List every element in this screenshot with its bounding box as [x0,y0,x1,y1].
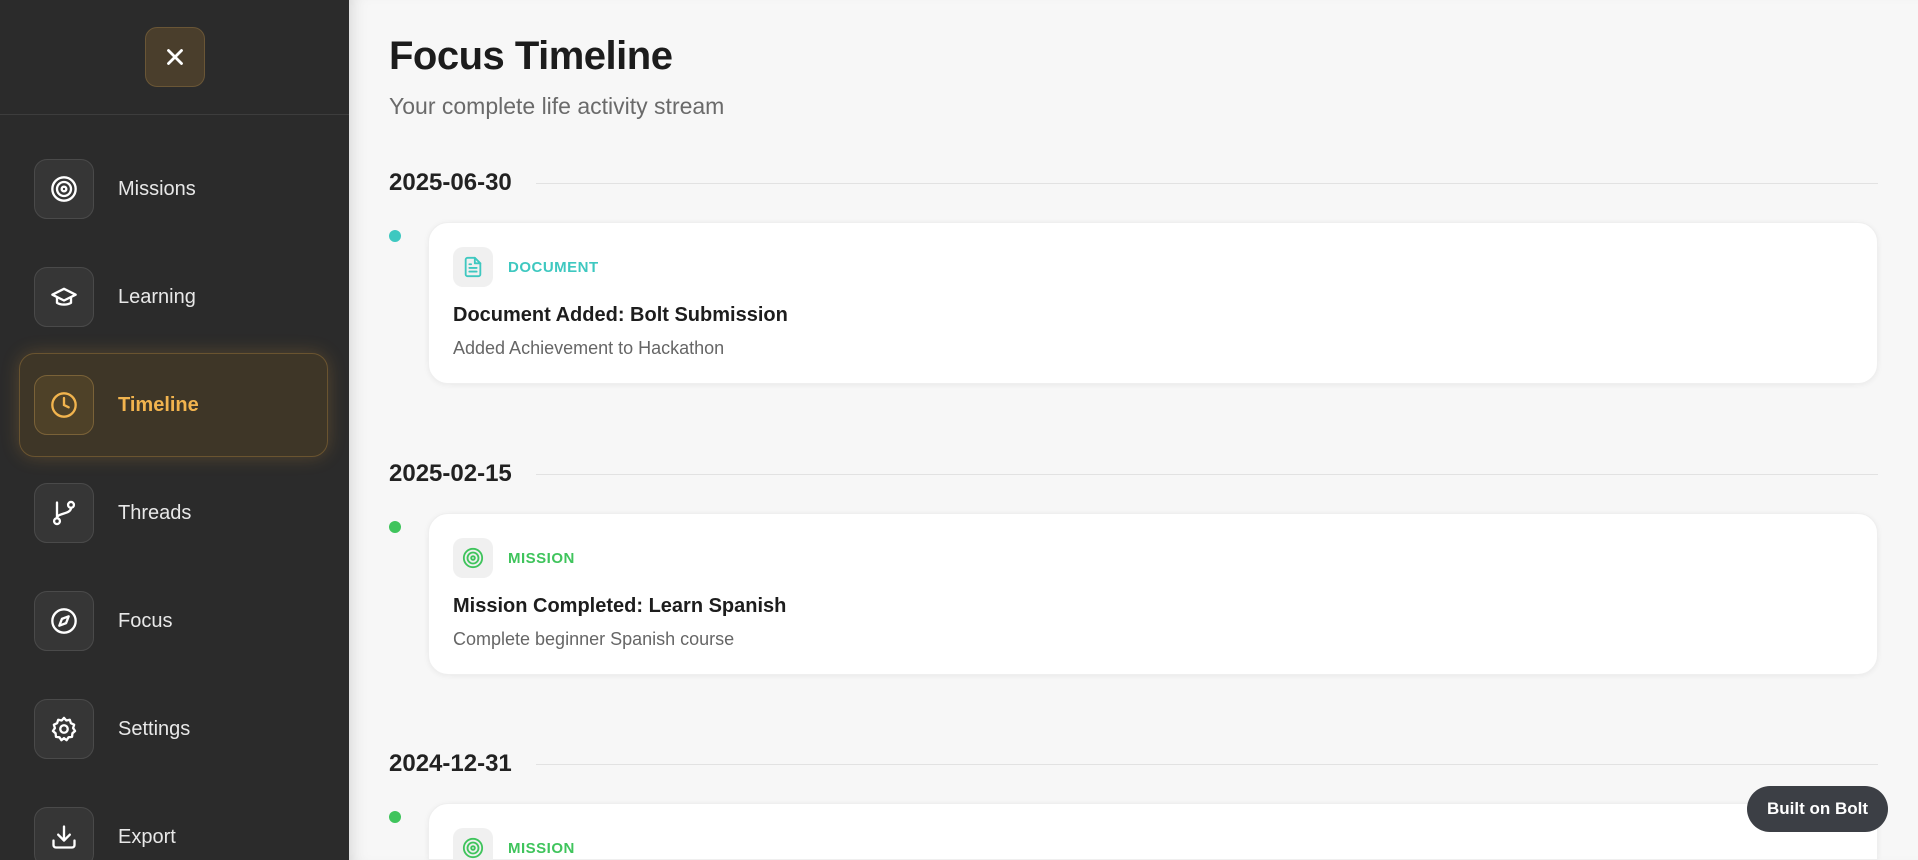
sidebar-item-label: Threads [118,501,192,524]
date-header: 2025-02-15 [389,459,1878,489]
sidebar-item-label: Missions [118,177,196,200]
target-icon [453,828,493,860]
graduation-cap-icon [34,267,94,327]
main-content: Focus Timeline Your complete life activi… [349,0,1918,860]
sidebar-item-focus[interactable]: Focus [0,567,349,675]
divider [535,763,1878,765]
card-type: MISSION [453,828,575,860]
timeline-card[interactable]: MISSION [428,803,1878,860]
type-label: MISSION [508,549,575,567]
card-title: Mission Completed: Learn Spanish [453,595,787,617]
compass-icon [34,591,94,651]
git-branch-icon [34,483,94,543]
page-subtitle: Your complete life activity stream [389,93,725,119]
card-type: MISSION [453,538,575,578]
date-label: 2024-12-31 [389,750,512,777]
timeline-dot [389,230,401,242]
timeline-card[interactable]: MISSION Mission Completed: Learn Spanish… [428,513,1878,675]
divider [535,473,1878,475]
sidebar-item-label: Export [118,825,176,848]
sidebar-item-label: Learning [118,285,196,308]
card-type: DOCUMENT [453,247,599,287]
date-header: 2024-12-31 [389,749,1878,779]
built-on-bolt-badge[interactable]: Built on Bolt [1746,786,1888,832]
sidebar-item-settings[interactable]: Settings [0,675,349,783]
target-icon [453,538,493,578]
timeline-group: 2024-12-31 MISSION [389,749,1878,860]
sidebar-item-timeline[interactable]: Timeline [0,351,349,459]
timeline-group: 2025-06-30 DOCUMENT Document Added: Bolt… [389,168,1878,384]
sidebar-header [0,0,349,115]
sidebar-item-label: Settings [118,717,191,740]
type-label: MISSION [508,839,575,857]
sidebar-nav: Missions Learning Timeline Threads Focus… [0,115,349,860]
page-title: Focus Timeline [389,34,673,78]
timeline-card[interactable]: DOCUMENT Document Added: Bolt Submission… [428,222,1878,384]
type-label: DOCUMENT [508,258,599,276]
sidebar-item-export[interactable]: Export [0,783,349,860]
clock-icon [34,375,94,435]
card-title: Document Added: Bolt Submission [453,304,788,326]
sidebar-item-learning[interactable]: Learning [0,243,349,351]
gear-icon [34,699,94,759]
timeline-group: 2025-02-15 MISSION Mission Completed: Le… [389,459,1878,675]
date-label: 2025-02-15 [389,460,512,487]
download-icon [34,807,94,860]
target-icon [34,159,94,219]
timeline-dot [389,811,401,823]
sidebar-item-label: Focus [118,609,173,632]
close-sidebar-button[interactable] [144,27,205,87]
timeline-dot [389,521,401,533]
card-description: Complete beginner Spanish course [453,629,735,649]
divider [535,182,1878,184]
date-label: 2025-06-30 [389,169,512,196]
date-header: 2025-06-30 [389,168,1878,198]
document-icon [453,247,493,287]
sidebar-item-missions[interactable]: Missions [0,135,349,243]
card-description: Added Achievement to Hackathon [453,338,725,358]
sidebar: Missions Learning Timeline Threads Focus… [0,0,349,860]
close-icon [166,49,183,65]
sidebar-item-label: Timeline [118,393,199,416]
sidebar-item-threads[interactable]: Threads [0,459,349,567]
